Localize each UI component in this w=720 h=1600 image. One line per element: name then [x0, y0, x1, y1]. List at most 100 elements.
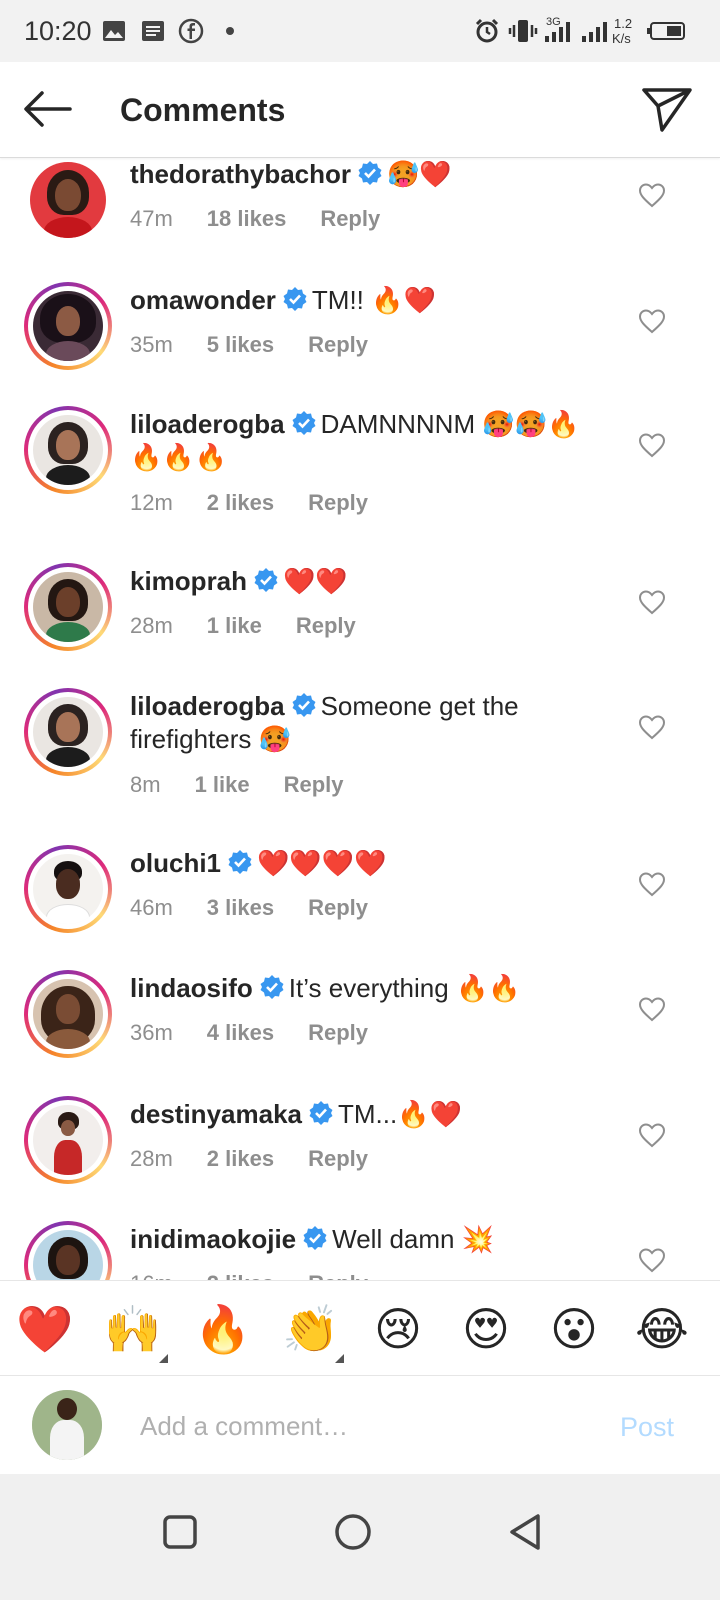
comment-likes[interactable]: 2 likes — [207, 1146, 274, 1171]
avatar[interactable] — [24, 406, 112, 494]
recent-apps-icon[interactable] — [150, 1502, 210, 1562]
emoji-crying-button[interactable]: 😢 — [370, 1301, 426, 1357]
avatar[interactable] — [24, 1096, 112, 1184]
avatar[interactable] — [24, 563, 112, 651]
reply-button[interactable]: Reply — [320, 206, 380, 231]
comment-likes[interactable]: 18 likes — [207, 206, 287, 231]
reply-button[interactable]: Reply — [308, 1146, 368, 1171]
comment-text: destinyamaka TM...🔥❤️ — [130, 1098, 610, 1131]
comments-list[interactable]: thedorathybachor 🥵❤️ 47m 18 likes Reply oma… — [0, 158, 720, 1305]
emoji-heart-eyes-button[interactable]: 😍 — [458, 1301, 514, 1357]
comment-time: 46m — [130, 895, 173, 920]
comment-text: thedorathybachor 🥵❤️ — [130, 158, 610, 191]
comment-likes[interactable]: 2 likes — [207, 490, 274, 515]
comment-text: lindaosifo It’s everything 🔥🔥 — [130, 972, 610, 1005]
comment-meta: 46m 3 likes Reply — [130, 895, 402, 921]
comment-meta: 8m 1 like Reply — [130, 772, 378, 798]
back-arrow-icon[interactable] — [20, 84, 74, 134]
system-nav-bar — [0, 1474, 720, 1600]
comment-username[interactable]: destinyamaka — [130, 1099, 302, 1129]
emoji-laughing-button[interactable]: 😂 — [634, 1301, 690, 1357]
comment-item: kimoprah ❤️❤️ 28m 1 like Reply — [0, 563, 720, 689]
verified-badge-icon — [292, 411, 316, 435]
avatar[interactable] — [24, 845, 112, 933]
reply-button[interactable]: Reply — [284, 772, 344, 797]
comment-meta: 35m 5 likes Reply — [130, 332, 402, 358]
signal-icon-2 — [582, 22, 607, 42]
emoji-surprised-button[interactable]: 😮 — [546, 1301, 602, 1357]
avatar[interactable] — [24, 688, 112, 776]
comment-text: omawonder TM!! 🔥❤️ — [130, 284, 610, 317]
page-title: Comments — [120, 92, 286, 128]
heart-outline-icon[interactable] — [638, 308, 666, 334]
comment-meta: 36m 4 likes Reply — [130, 1020, 402, 1046]
comment-input[interactable] — [140, 1404, 580, 1448]
comment-body: ❤️❤️ — [283, 566, 348, 596]
emoji-fire-button[interactable]: 🔥 — [194, 1301, 251, 1357]
heart-outline-icon[interactable] — [638, 182, 666, 208]
reply-button[interactable]: Reply — [308, 1020, 368, 1045]
vibrate-icon — [508, 20, 538, 42]
comment-likes[interactable]: 5 likes — [207, 332, 274, 357]
verified-badge-icon — [283, 287, 307, 311]
home-icon[interactable] — [323, 1502, 383, 1562]
post-button[interactable]: Post — [620, 1412, 674, 1443]
reply-button[interactable]: Reply — [296, 613, 356, 638]
comment-meta: 12m 2 likes Reply — [130, 490, 402, 516]
heart-outline-icon[interactable] — [638, 1122, 666, 1148]
heart-outline-icon[interactable] — [638, 432, 666, 458]
heart-outline-icon[interactable] — [638, 871, 666, 897]
comment-username[interactable]: thedorathybachor — [130, 159, 351, 189]
speed-unit: K/s — [612, 31, 631, 46]
back-triangle-icon[interactable] — [496, 1502, 556, 1562]
heart-outline-icon[interactable] — [638, 996, 666, 1022]
reply-button[interactable]: Reply — [308, 490, 368, 515]
comment-username[interactable]: liloaderogba — [130, 409, 285, 439]
avatar[interactable] — [24, 970, 112, 1058]
comment-username[interactable]: kimoprah — [130, 566, 247, 596]
comment-meta: 28m 2 likes Reply — [130, 1146, 402, 1172]
avatar[interactable] — [24, 282, 112, 370]
emoji-raising-hands-button[interactable]: 🙌 — [104, 1301, 161, 1357]
verified-badge-icon — [228, 850, 252, 874]
comment-likes[interactable]: 1 like — [195, 772, 250, 797]
comment-username[interactable]: oluchi1 — [130, 848, 221, 878]
comment-composer: Post — [0, 1376, 720, 1474]
comment-likes[interactable]: 4 likes — [207, 1020, 274, 1045]
verified-badge-icon — [358, 161, 382, 185]
comment-time: 47m — [130, 206, 173, 231]
emoji-clapping-button[interactable]: 👏 — [282, 1301, 339, 1357]
alarm-icon — [475, 18, 499, 43]
comment-likes[interactable]: 3 likes — [207, 895, 274, 920]
comment-username[interactable]: omawonder — [130, 285, 276, 315]
avatar[interactable] — [30, 162, 106, 238]
comment-item: omawonder TM!! 🔥❤️ 35m 5 likes Reply — [0, 282, 720, 408]
verified-badge-icon — [292, 693, 316, 717]
comment-body: It’s everything 🔥🔥 — [288, 973, 521, 1003]
send-icon[interactable] — [640, 84, 694, 134]
comment-body: Well damn 💥 — [332, 1224, 495, 1254]
heart-outline-icon[interactable] — [638, 714, 666, 740]
status-bar: 10:20 3G 1.2 K/s — [0, 0, 720, 62]
comment-time: 35m — [130, 332, 173, 357]
reply-button[interactable]: Reply — [308, 332, 368, 357]
comment-body: TM!! 🔥❤️ — [311, 285, 436, 315]
comment-meta: 28m 1 like Reply — [130, 613, 390, 639]
comment-item: liloaderogba DAMNNNNM 🥵🥵🔥🔥🔥🔥 12m 2 likes Re… — [0, 406, 720, 564]
status-time: 10:20 — [24, 16, 92, 46]
heart-outline-icon[interactable] — [638, 589, 666, 615]
comment-item: liloaderogba Someone get the firefighters… — [0, 688, 720, 846]
emoji-heart-button[interactable]: ❤️ — [16, 1301, 73, 1357]
news-icon — [142, 21, 164, 41]
comment-username[interactable]: inidimaokojie — [130, 1224, 296, 1254]
comment-username[interactable]: liloaderogba — [130, 691, 285, 721]
comment-likes[interactable]: 1 like — [207, 613, 262, 638]
comment-item: destinyamaka TM...🔥❤️ 28m 2 likes Reply — [0, 1096, 720, 1222]
comment-item: lindaosifo It’s everything 🔥🔥 36m 4 likes R… — [0, 970, 720, 1096]
reply-button[interactable]: Reply — [308, 895, 368, 920]
heart-outline-icon[interactable] — [638, 1247, 666, 1273]
comment-username[interactable]: lindaosifo — [130, 973, 253, 1003]
verified-badge-icon — [254, 568, 278, 592]
gallery-icon — [103, 21, 125, 41]
signal-icon-1 — [545, 22, 570, 42]
